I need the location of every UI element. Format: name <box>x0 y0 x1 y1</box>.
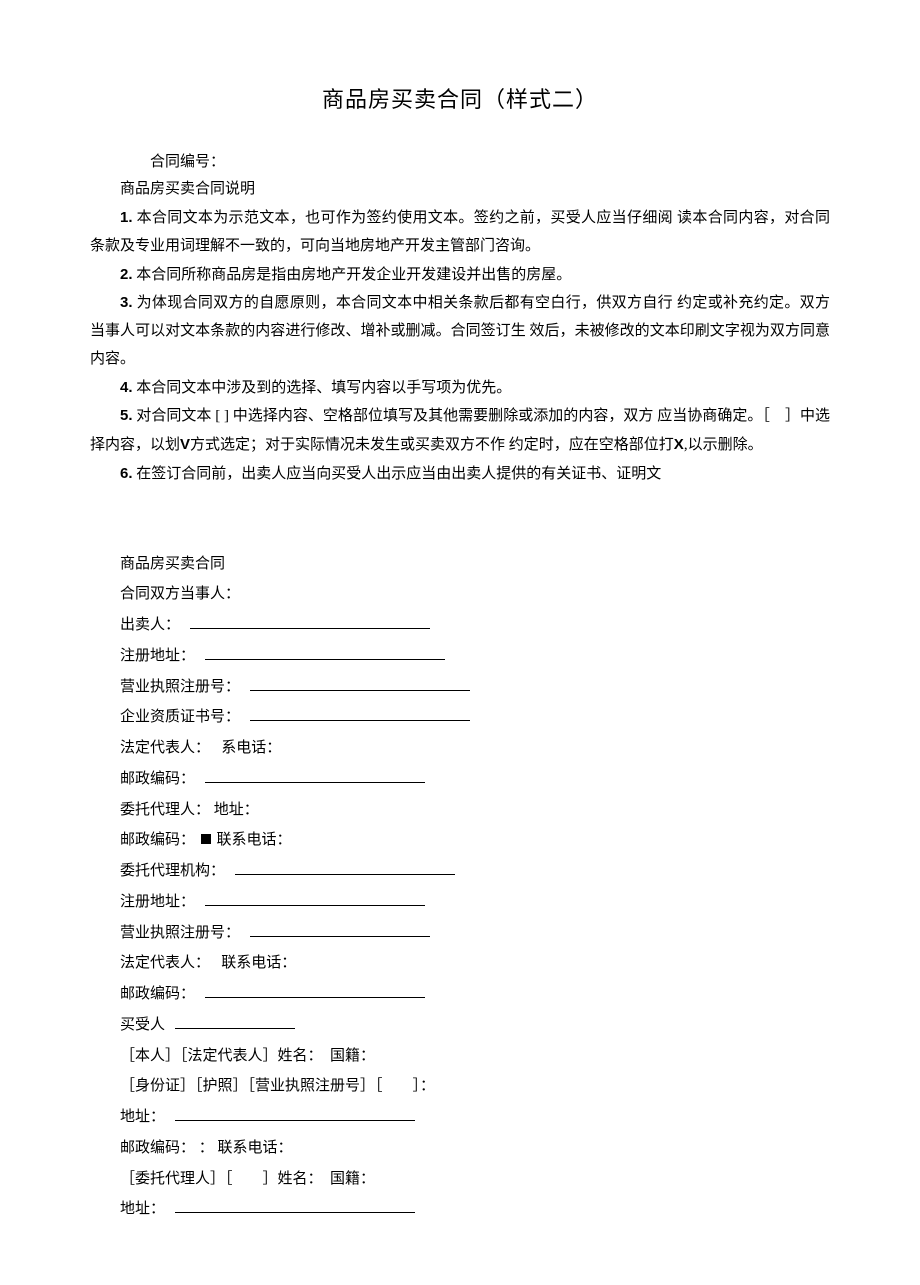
seller-row: 出卖人： <box>120 610 830 641</box>
reg-addr-field-2[interactable] <box>205 890 425 906</box>
document-page: 商品房买卖合同（样式二） 合同编号： 商品房买卖合同说明 1. 本合同文本为示范… <box>0 0 920 1285</box>
explain-item-1: 1. 本合同文本为示范文本，也可作为签约使用文本。签约之前，买受人应当仔细阅 读… <box>90 204 830 261</box>
biz-reg-row: 营业执照注册号： <box>120 672 830 703</box>
explain-item-2: 2. 本合同所称商品房是指由房地产开发企业开发建设并出售的房屋。 <box>90 261 830 290</box>
v-mark: V <box>180 436 190 453</box>
agent-person-label: 委托代理人： <box>120 802 210 818</box>
addr-field-2[interactable] <box>175 1105 415 1121</box>
biz-reg-label: 营业执照注册号： <box>120 679 240 695</box>
contact-tel-label-1: 联系电话： <box>217 832 292 848</box>
buyer-row: 买受人 <box>120 1010 830 1041</box>
item-text-5b: 方式选定；对于实际情况未发生或买卖双方不作 约定时，应在空格部位打 <box>190 437 674 453</box>
seller-field[interactable] <box>190 613 430 629</box>
item-text-5c: ,以示删除。 <box>684 437 763 453</box>
agent-line-row: ［委托代理人］［ ］姓名： 国籍： <box>120 1164 830 1195</box>
id-row: ［身份证］［护照］［营业执照注册号］［ ］： <box>120 1071 830 1102</box>
legal-rep-row-2: 法定代表人： 联系电话： <box>120 948 830 979</box>
reg-addr-label-2: 注册地址： <box>120 894 195 910</box>
postal-field-3[interactable] <box>205 982 425 998</box>
addr-label-1: 地址： <box>214 802 259 818</box>
explain-item-3: 3. 为体现合同双方的自愿原则，本合同文本中相关条款后都有空白行，供双方自行 约… <box>90 289 830 373</box>
postal-row-1: 邮政编码： <box>120 764 830 795</box>
document-title: 商品房买卖合同（样式二） <box>90 80 830 121</box>
item-text-4: 本合同文本中涉及到的选择、填写内容以手写项为优先。 <box>136 380 511 396</box>
item-number-3: 3. <box>120 294 133 311</box>
biz-reg-field[interactable] <box>250 675 470 691</box>
item-number-1: 1. <box>120 209 133 226</box>
form-header: 商品房买卖合同 <box>120 549 830 580</box>
biz-reg-field-2[interactable] <box>250 921 430 937</box>
item-number-2: 2. <box>120 266 133 283</box>
ent-qual-row: 企业资质证书号： <box>120 702 830 733</box>
parties-label: 合同双方当事人： <box>120 579 830 610</box>
postal-label-3: 邮政编码： <box>120 986 195 1002</box>
legal-rep-label: 法定代表人： <box>120 740 203 756</box>
addr-field-3[interactable] <box>175 1197 415 1213</box>
explanation-header: 商品房买卖合同说明 <box>90 176 830 204</box>
postal-label-1: 邮政编码： <box>120 771 195 787</box>
postal-label-2: 邮政编码： <box>120 832 195 848</box>
reg-addr-field[interactable] <box>205 644 445 660</box>
postal-row-2: 邮政编码： 联系电话： <box>120 825 830 856</box>
buyer-field[interactable] <box>175 1013 295 1029</box>
explain-item-5: 5. 对合同文本 [ ] 中选择内容、空格部位填写及其他需要删除或添加的内容，双… <box>90 402 830 460</box>
self-legal-row: ［本人］［法定代表人］姓名： 国籍： <box>120 1041 830 1072</box>
reg-addr-label: 注册地址： <box>120 648 195 664</box>
postal-label-4: 邮政编码： <box>120 1140 195 1156</box>
contact-tel-label-3: 联系电话： <box>218 1140 293 1156</box>
legal-rep-row: 法定代表人： 系电话： <box>120 733 830 764</box>
item-number-5: 5. <box>120 407 133 424</box>
postal-row-4: 邮政编码： ： 联系电话： <box>120 1133 830 1164</box>
agent-org-row: 委托代理机构： <box>120 856 830 887</box>
buyer-label: 买受人 <box>120 1017 165 1033</box>
colon-1: ： <box>199 1140 214 1156</box>
reg-addr-row: 注册地址： <box>120 641 830 672</box>
ent-qual-field[interactable] <box>250 705 470 721</box>
addr-label-3: 地址： <box>120 1201 165 1217</box>
item-number-4: 4. <box>120 379 133 396</box>
item-text-2: 本合同所称商品房是指由房地产开发企业开发建设并出售的房屋。 <box>136 267 571 283</box>
explain-item-6: 6. 在签订合同前，出卖人应当向买受人出示应当由出卖人提供的有关证书、证明文 <box>90 460 830 489</box>
contract-number-label: 合同编号： <box>90 149 830 177</box>
explain-item-4: 4. 本合同文本中涉及到的选择、填写内容以手写项为优先。 <box>90 374 830 403</box>
item-text-6: 在签订合同前，出卖人应当向买受人出示应当由出卖人提供的有关证书、证明文 <box>136 466 661 482</box>
addr-label-2: 地址： <box>120 1109 165 1125</box>
postal-field-1[interactable] <box>205 767 425 783</box>
biz-reg-row-2: 营业执照注册号： <box>120 918 830 949</box>
square-icon <box>201 834 211 844</box>
addr-row-3: 地址： <box>120 1194 830 1225</box>
legal-rep-label-2: 法定代表人： <box>120 955 203 971</box>
contract-form: 商品房买卖合同 合同双方当事人： 出卖人： 注册地址： 营业执照注册号： 企业资… <box>90 549 830 1226</box>
item-number-6: 6. <box>120 465 133 482</box>
item-text-1: 本合同文本为示范文本，也可作为签约使用文本。签约之前，买受人应当仔细阅 读本合同… <box>90 210 830 254</box>
biz-reg-label-2: 营业执照注册号： <box>120 925 240 941</box>
addr-row-2: 地址： <box>120 1102 830 1133</box>
reg-addr-row-2: 注册地址： <box>120 887 830 918</box>
seller-label: 出卖人： <box>120 617 180 633</box>
item-text-3: 为体现合同双方的自愿原则，本合同文本中相关条款后都有空白行，供双方自行 约定或补… <box>90 295 830 367</box>
agent-org-field[interactable] <box>235 859 455 875</box>
agent-person-row: 委托代理人： 地址： <box>120 795 830 826</box>
postal-row-3: 邮政编码： <box>120 979 830 1010</box>
tel-suffix-label: 系电话： <box>221 740 281 756</box>
contact-tel-label-2: 联系电话： <box>221 955 296 971</box>
ent-qual-label: 企业资质证书号： <box>120 709 240 725</box>
x-mark: X <box>674 436 684 453</box>
agent-org-label: 委托代理机构： <box>120 863 225 879</box>
